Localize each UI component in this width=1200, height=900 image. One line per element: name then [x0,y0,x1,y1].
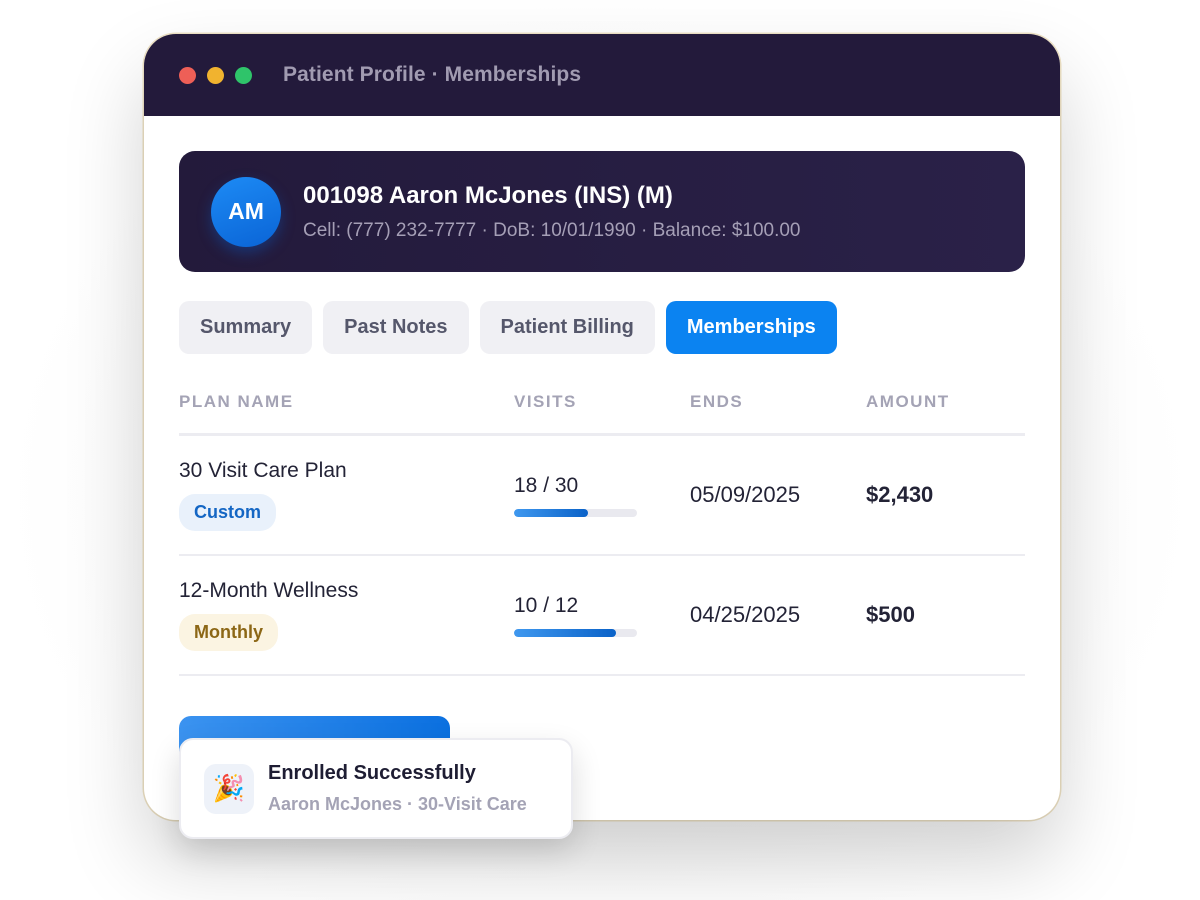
visits-progress-bar [514,508,637,517]
app-window: Patient Profile · Memberships AM 001098 … [144,34,1060,820]
header-amount: AMOUNT [866,392,950,411]
profile-tabs: Summary Past Notes Patient Billing Membe… [179,301,1025,354]
plan-name: 12-Month Wellness [179,579,359,602]
toast-title: Enrolled Successfully [268,762,476,784]
tab-summary[interactable]: Summary [179,301,313,354]
main-content: AM 001098 Aaron McJones (INS) (M) Cell: … [144,116,1060,676]
tab-past-notes[interactable]: Past Notes [323,301,469,354]
visits-count: 18 / 30 [514,473,579,497]
table-header: PLAN NAME VISITS ENDS AMOUNT [179,388,1025,436]
amount: $2,430 [866,482,934,507]
visits-progress-bar [514,628,637,637]
end-date: 04/25/2025 [690,602,801,627]
plan-cell: 12-Month Wellness Monthly [179,579,514,651]
title-bar: Patient Profile · Memberships [144,34,1060,116]
tab-memberships[interactable]: Memberships [665,301,837,354]
minimize-window-button[interactable] [207,66,224,84]
amount: $500 [866,602,915,627]
maximize-window-button[interactable] [235,66,252,84]
visits-cell: 18 / 30 [514,474,690,517]
window-title: Patient Profile · Memberships [283,63,582,86]
success-toast: 🎉 Enrolled Successfully Aaron McJones · … [179,738,573,839]
visits-progress-fill [514,628,617,637]
patient-meta: Cell: (777) 232-7777 · DoB: 10/01/1990 ·… [303,219,801,241]
avatar: AM [211,176,281,247]
tab-patient-billing[interactable]: Patient Billing [479,301,655,354]
visits-count: 10 / 12 [514,593,579,617]
close-window-button[interactable] [179,66,196,84]
stage: Patient Profile · Memberships AM 001098 … [0,0,1200,900]
patient-info: 001098 Aaron McJones (INS) (M) Cell: (77… [303,182,801,242]
table-row[interactable]: 12-Month Wellness Monthly 10 / 12 04/25/… [179,556,1025,676]
plan-type-badge: Monthly [179,614,278,651]
table-row[interactable]: 30 Visit Care Plan Custom 18 / 30 05/09/… [179,436,1025,556]
plan-name: 30 Visit Care Plan [179,459,347,482]
header-ends: ENDS [690,392,744,411]
visits-progress-fill [514,508,588,517]
memberships-table: PLAN NAME VISITS ENDS AMOUNT 30 Visit Ca… [179,388,1025,676]
end-date: 05/09/2025 [690,482,801,507]
patient-name: 001098 Aaron McJones (INS) (M) [303,181,673,209]
plan-type-badge: Custom [179,494,276,531]
plan-cell: 30 Visit Care Plan Custom [179,459,514,531]
toast-text: Enrolled Successfully Aaron McJones · 30… [268,762,527,815]
patient-header-card: AM 001098 Aaron McJones (INS) (M) Cell: … [179,151,1025,272]
header-plan-name: PLAN NAME [179,392,294,411]
party-popper-icon: 🎉 [204,763,254,814]
header-visits: VISITS [514,392,577,411]
toast-subtitle: Aaron McJones · 30-Visit Care [268,794,527,814]
visits-cell: 10 / 12 [514,594,690,637]
